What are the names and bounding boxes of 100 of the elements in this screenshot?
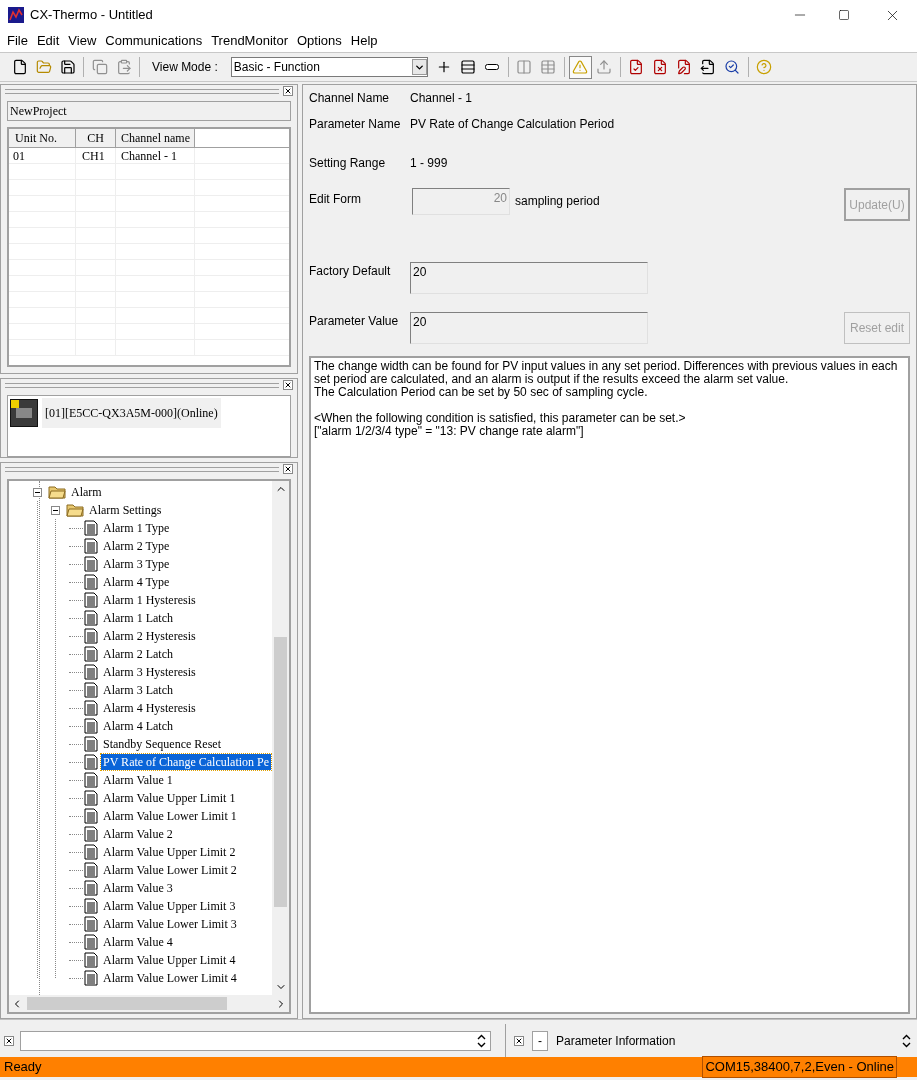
description-text: The Calculation Period can be set by 50 sec of sampling cycle. (314, 386, 649, 399)
tree-item[interactable]: PV Rate of Change Calculation Pe (101, 754, 272, 770)
output-field[interactable] (20, 1030, 491, 1051)
new-file-icon (11, 59, 28, 75)
tree-item[interactable]: Alarm 1 Latch (101, 610, 175, 626)
document-icon (84, 556, 98, 572)
tree-item[interactable]: Alarm Value 2 (101, 826, 175, 842)
vertical-scrollbar[interactable] (272, 481, 289, 995)
tree-item[interactable]: Alarm 3 Hysteresis (101, 664, 198, 680)
document-icon (84, 736, 98, 752)
tree-item[interactable]: Alarm 2 Latch (101, 646, 175, 662)
menu-item[interactable]: Help (346, 31, 382, 51)
tree-item[interactable]: Alarm Value Upper Limit 1 (101, 790, 238, 806)
description-text: ["alarm 1/2/3/4 type" = "13: PV change rate alarm"] (314, 425, 584, 438)
copy-icon (91, 59, 108, 75)
field-value: PV Rate of Change Calculation Period (410, 116, 615, 133)
close-icon[interactable] (4, 1035, 14, 1046)
field-label: Factory Default (309, 263, 392, 280)
document-icon (84, 952, 98, 968)
device-label[interactable]: [01][E5CC-QX3A5M-000](Online) (42, 398, 221, 428)
tree-item[interactable]: Alarm 4 Hysteresis (101, 700, 198, 716)
table-cell: 01 (9, 148, 76, 163)
close-icon[interactable] (283, 86, 293, 96)
field-value: 1 - 999 (410, 155, 448, 172)
tree-item[interactable]: Alarm Value Lower Limit 4 (101, 970, 239, 986)
document-icon (84, 574, 98, 590)
search-icon (724, 59, 741, 75)
tree-item[interactable]: Alarm 3 Latch (101, 682, 175, 698)
tree-item[interactable]: Alarm Value Upper Limit 3 (101, 898, 238, 914)
view-mode-label: View Mode : (152, 59, 218, 76)
minus-icon (485, 64, 500, 70)
document-cross-icon (652, 59, 669, 75)
spin-arrows-icon (477, 1033, 486, 1048)
tree-item[interactable]: Alarm Value 3 (101, 880, 175, 896)
document-icon (84, 826, 98, 842)
menu-item[interactable]: TrendMonitor (207, 31, 292, 51)
column-header[interactable]: Unit No. (9, 129, 76, 147)
document-pen-icon (676, 59, 693, 75)
window-title: CX-Thermo - Untitled (30, 6, 153, 25)
description-text: The change width can be found for PV input values in any set period. Differences with previous values in each set period are calculated, and an alarm is output if the results exceed the alarm set value. (314, 360, 899, 386)
document-icon (84, 700, 98, 716)
menu-item[interactable]: File (3, 31, 32, 51)
tree-item[interactable]: Alarm Value Lower Limit 3 (101, 916, 239, 932)
document-icon (84, 790, 98, 806)
tree-item[interactable]: Alarm 1 Type (101, 520, 172, 536)
app-logo-icon (8, 7, 24, 23)
menu-item[interactable]: View (64, 31, 101, 51)
document-icon (84, 538, 98, 554)
menu-item[interactable]: Communications (101, 31, 207, 51)
tree-item[interactable]: Alarm 4 Latch (101, 718, 175, 734)
tree-item[interactable]: Alarm Value Upper Limit 2 (101, 844, 238, 860)
tree-item[interactable]: Alarm 3 Type (101, 556, 172, 572)
close-icon[interactable] (514, 1035, 524, 1046)
tree-item[interactable]: Standby Sequence Reset (101, 736, 223, 752)
horizontal-scrollbar[interactable] (9, 995, 289, 1012)
tree-item[interactable]: Alarm 4 Type (101, 574, 172, 590)
close-icon[interactable] (283, 464, 293, 474)
view-mode-dropdown[interactable]: Basic - Function (230, 57, 428, 77)
document-icon (84, 898, 98, 914)
document-check-icon (628, 59, 645, 75)
tree-item[interactable]: Alarm Settings (87, 502, 164, 518)
tree-item[interactable]: Alarm Value Lower Limit 1 (101, 808, 239, 824)
rows-icon (460, 59, 477, 75)
document-icon (84, 808, 98, 824)
document-icon (84, 844, 98, 860)
tree-item[interactable]: Alarm Value 1 (101, 772, 175, 788)
document-icon (84, 682, 98, 698)
field-label: Edit Form (309, 191, 362, 208)
field-label: Parameter Name (309, 116, 402, 133)
menu-item[interactable]: Edit (32, 31, 64, 51)
warning-icon (572, 59, 589, 75)
close-icon[interactable] (283, 380, 293, 390)
spin-arrows-icon (902, 1033, 911, 1048)
help-icon (756, 59, 773, 75)
document-icon (84, 628, 98, 644)
collapse-box-icon[interactable] (51, 505, 60, 515)
unit-label: sampling period (515, 193, 600, 210)
collapse-button[interactable]: - (532, 1030, 548, 1051)
maximize-icon[interactable] (838, 9, 850, 21)
document-icon (84, 592, 98, 608)
document-icon (84, 718, 98, 734)
folder-icon (48, 485, 66, 499)
tree-item[interactable]: Alarm (69, 484, 104, 500)
device-icon (10, 399, 38, 427)
column-header[interactable]: Channel name (116, 129, 195, 147)
upload-icon (596, 59, 613, 75)
document-icon (84, 862, 98, 878)
tree-item[interactable]: Alarm Value Lower Limit 2 (101, 862, 239, 878)
tree-item[interactable]: Alarm Value 4 (101, 934, 175, 950)
field-label: Parameter Value (309, 313, 400, 330)
description-text: <When the following condition is satisfied, this parameter can be set.> (314, 412, 687, 425)
field-label: Setting Range (309, 155, 387, 172)
tree-item[interactable]: Alarm Value Upper Limit 4 (101, 952, 238, 968)
tree-item[interactable]: Alarm 2 Hysteresis (101, 628, 198, 644)
tree-item[interactable]: Alarm 1 Hysteresis (101, 592, 198, 608)
menu-item[interactable]: Options (292, 31, 346, 51)
field-value: Channel - 1 (410, 90, 473, 107)
column-header[interactable]: CH (76, 129, 116, 147)
tree-item[interactable]: Alarm 2 Type (101, 538, 172, 554)
collapse-box-icon[interactable] (33, 487, 42, 497)
